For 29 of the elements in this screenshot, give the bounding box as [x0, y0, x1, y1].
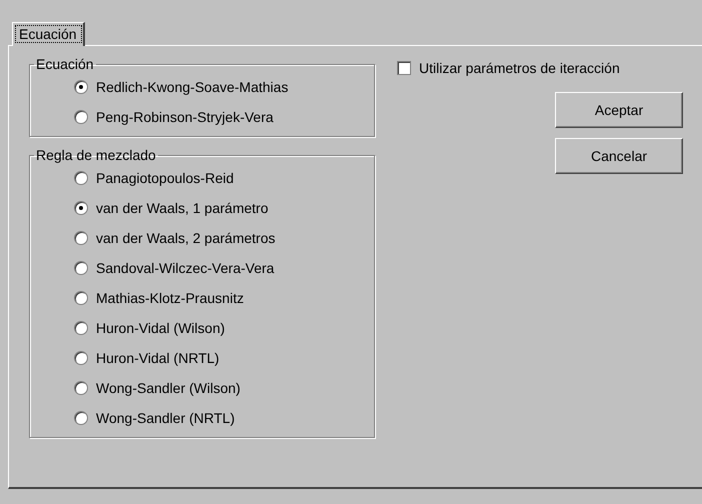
option-label: Peng-Robinson-Stryjek-Vera [96, 109, 274, 125]
radio-button[interactable] [74, 80, 88, 94]
radio-button[interactable] [74, 381, 88, 395]
option-label: van der Waals, 2 parámetros [96, 230, 276, 246]
group-title: Regla de mezclado [35, 147, 157, 163]
option-label: Redlich-Kwong-Soave-Mathias [96, 79, 288, 95]
radio-button[interactable] [74, 231, 88, 245]
group-title: Ecuación [35, 56, 95, 72]
option-label: Sandoval-Wilczec-Vera-Vera [96, 260, 274, 276]
checkbox[interactable] [397, 61, 411, 75]
option-label: van der Waals, 1 parámetro [96, 200, 268, 216]
radio-button[interactable] [74, 411, 88, 425]
radio-button[interactable] [74, 351, 88, 365]
option-label: Huron-Vidal (NRTL) [96, 350, 220, 366]
radio-button[interactable] [74, 171, 88, 185]
radio-button[interactable] [74, 321, 88, 335]
radio-button[interactable] [74, 261, 88, 275]
cancel-button[interactable]: Cancelar [555, 138, 683, 174]
radio-button[interactable] [74, 201, 88, 215]
option-label: Wong-Sandler (NRTL) [96, 410, 235, 426]
checkbox-label: Utilizar parámetros de iteracción [419, 60, 620, 76]
option-label: Wong-Sandler (Wilson) [96, 380, 240, 396]
option-label: Huron-Vidal (Wilson) [96, 320, 225, 336]
option-label: Panagiotopoulos-Reid [96, 170, 234, 186]
radio-button[interactable] [74, 291, 88, 305]
tab[interactable]: Ecuación [12, 22, 85, 46]
option-label: Mathias-Klotz-Prausnitz [96, 290, 244, 306]
radio-button[interactable] [74, 110, 88, 124]
accept-button[interactable]: Aceptar [555, 92, 683, 128]
